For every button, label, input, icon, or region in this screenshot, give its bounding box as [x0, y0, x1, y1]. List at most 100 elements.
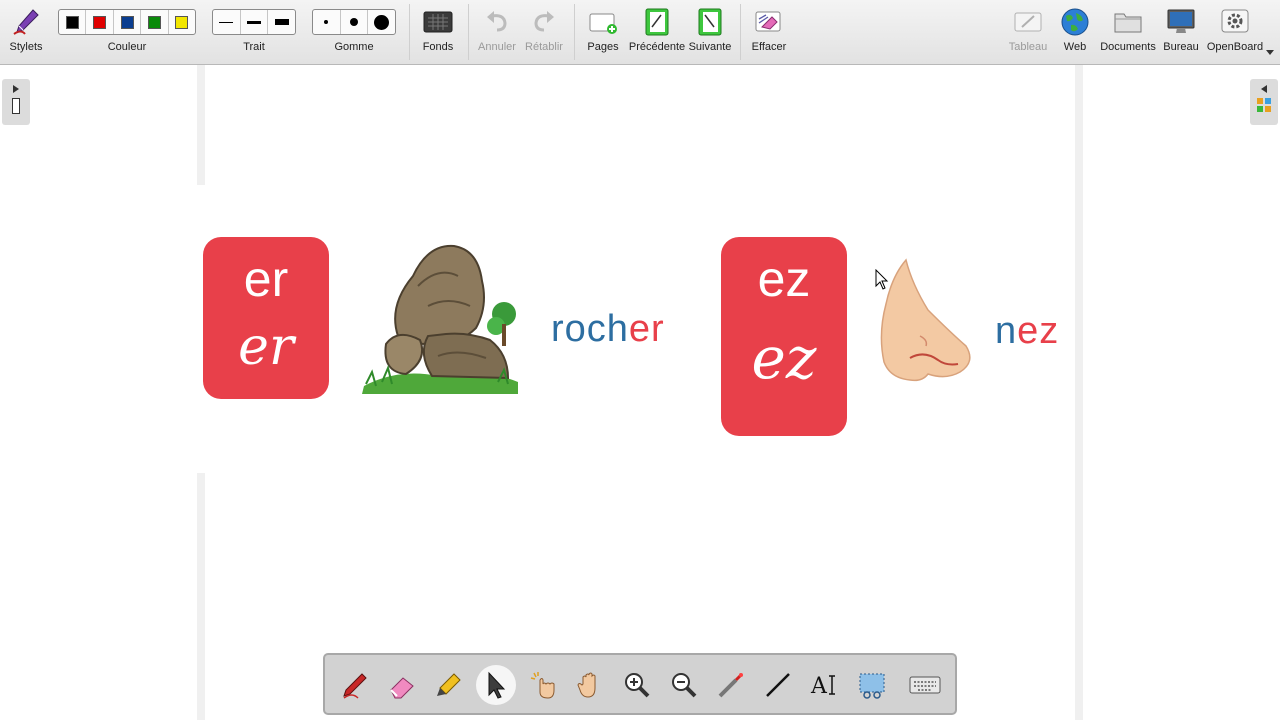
clear-page-icon: [754, 4, 784, 40]
ez-cursive-text: ez: [751, 324, 817, 392]
line-medium-option[interactable]: [241, 10, 269, 34]
color-red-swatch[interactable]: [86, 10, 114, 34]
web-button[interactable]: Web: [1058, 4, 1092, 53]
left-palette-toggle[interactable]: [2, 79, 30, 125]
line-tool-button[interactable]: [758, 665, 798, 705]
eraser-tool-button[interactable]: [382, 665, 422, 705]
line-thin-option[interactable]: [213, 10, 241, 34]
word-rocher-start: roch: [551, 308, 629, 350]
tableau-button[interactable]: Tableau: [1007, 4, 1049, 53]
screen-capture-icon: [859, 673, 885, 699]
hand-tool-button[interactable]: [570, 665, 610, 705]
zoom-in-tool-button[interactable]: [617, 665, 657, 705]
word-rocher-ending: er: [628, 308, 665, 350]
color-blue-swatch[interactable]: [114, 10, 142, 34]
highlighter-icon: [437, 673, 461, 696]
ez-sound-card[interactable]: ez ez: [721, 237, 847, 436]
line-width-selector[interactable]: [212, 9, 296, 35]
eraser-medium-option[interactable]: [341, 10, 369, 34]
laser-pointer-icon: [718, 673, 743, 698]
laser-pointer-tool-button[interactable]: [711, 665, 751, 705]
desktop-icon: [1166, 4, 1196, 40]
pointing-hand-icon: [530, 672, 555, 699]
er-print-text: er: [243, 251, 289, 307]
next-page-icon: [696, 4, 724, 40]
line-icon: [766, 673, 790, 697]
trait-label: Trait: [243, 41, 265, 53]
color-green-swatch[interactable]: [141, 10, 169, 34]
openboard-button[interactable]: OpenBoard: [1207, 4, 1263, 53]
gomme-group: Gomme: [312, 4, 396, 53]
suivante-label: Suivante: [688, 41, 732, 53]
previous-page-button[interactable]: Précédente: [629, 4, 685, 53]
line-thick-option[interactable]: [268, 10, 295, 34]
effacer-button[interactable]: Effacer: [750, 4, 788, 53]
toolbar-divider: [740, 4, 741, 60]
fonds-button[interactable]: Fonds: [420, 4, 456, 53]
pages-button[interactable]: Pages: [586, 4, 620, 53]
next-page-button[interactable]: Suivante: [689, 4, 731, 53]
word-nez: nez: [995, 310, 1059, 353]
previous-page-icon: [643, 4, 671, 40]
er-sound-card[interactable]: er er: [203, 237, 329, 399]
trait-group: Trait: [212, 4, 296, 53]
background-icon: [423, 4, 453, 40]
redo-icon: [531, 4, 557, 40]
bureau-label: Bureau: [1163, 41, 1199, 53]
fonds-label: Fonds: [422, 41, 454, 53]
color-black-swatch[interactable]: [59, 10, 87, 34]
text-tool-button[interactable]: A: [805, 665, 845, 705]
tool-palette: A: [323, 653, 957, 715]
zoom-out-icon: [672, 673, 697, 698]
couleur-label: Couleur: [107, 41, 147, 53]
redo-button[interactable]: Rétablir: [525, 4, 563, 53]
add-page-icon: [588, 4, 618, 40]
zoom-in-icon: [625, 673, 650, 698]
selector-tool-button[interactable]: [476, 665, 516, 705]
documents-label: Documents: [1100, 41, 1156, 53]
precedente-label: Précédente: [628, 41, 686, 53]
expand-right-icon: [13, 85, 19, 93]
openboard-menu-arrow-icon[interactable]: [1266, 50, 1274, 55]
couleur-group: Couleur: [58, 4, 196, 53]
gomme-label: Gomme: [334, 41, 374, 53]
eraser-small-option[interactable]: [313, 10, 341, 34]
zoom-out-tool-button[interactable]: [664, 665, 704, 705]
documents-button[interactable]: Documents: [1100, 4, 1156, 53]
keyboard-tool-button[interactable]: [905, 665, 945, 705]
annuler-label: Annuler: [478, 41, 516, 53]
effacer-label: Effacer: [751, 41, 787, 53]
pen-icon: [343, 673, 367, 699]
color-yellow-swatch[interactable]: [169, 10, 195, 34]
openboard-label: OpenBoard: [1206, 41, 1264, 53]
color-selector[interactable]: [58, 9, 196, 35]
eraser-size-selector[interactable]: [312, 9, 396, 35]
er-cursive-text: er: [238, 317, 294, 377]
bureau-button[interactable]: Bureau: [1162, 4, 1200, 53]
nose-image[interactable]: [876, 254, 976, 384]
text-icon: A: [810, 674, 835, 699]
folder-icon: [1113, 4, 1143, 40]
marker-tool-button[interactable]: [429, 665, 469, 705]
right-palette-toggle[interactable]: [1250, 79, 1278, 125]
retablir-label: Rétablir: [525, 41, 563, 53]
stylets-button[interactable]: Stylets: [8, 4, 44, 53]
interact-tool-button[interactable]: [523, 665, 563, 705]
eraser-icon: [390, 677, 414, 699]
ez-print-text: ez: [757, 251, 811, 307]
word-nez-start: n: [995, 310, 1018, 352]
undo-button[interactable]: Annuler: [478, 4, 516, 53]
capture-tool-button[interactable]: [852, 665, 892, 705]
pages-label: Pages: [587, 41, 619, 53]
toolbar-divider: [574, 4, 575, 60]
library-icon: [1257, 98, 1271, 112]
board-icon: [1013, 4, 1043, 40]
toolbar-divider: [468, 4, 469, 60]
web-label: Web: [1063, 41, 1087, 53]
pen-tool-button[interactable]: [335, 665, 375, 705]
globe-icon: [1060, 4, 1090, 40]
main-toolbar: Stylets Couleur Trait Gomme Fonds Annule…: [0, 0, 1280, 65]
rock-image[interactable]: [358, 236, 524, 396]
eraser-large-option[interactable]: [368, 10, 395, 34]
pointer-arrow-icon: [488, 671, 506, 699]
